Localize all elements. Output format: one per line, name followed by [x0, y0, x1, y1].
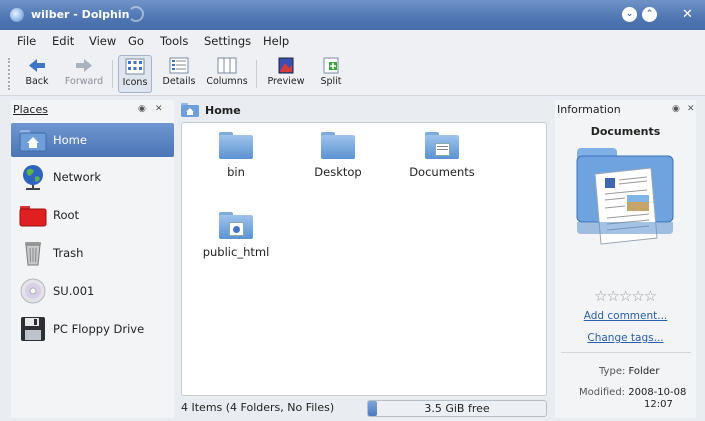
places-item-root[interactable]: Root [11, 198, 174, 232]
status-bar: 4 Items (4 Folders, No Files) 3.5 GiB fr… [181, 398, 547, 418]
file-view[interactable]: bin Desktop Documents public_html [181, 122, 547, 396]
menu-bar: File Edit View Go Tools Settings Help [0, 30, 705, 52]
places-item-home[interactable]: Home [11, 123, 174, 157]
places-item-su001[interactable]: SU.001 [11, 274, 174, 308]
preview-icon [276, 57, 296, 74]
status-summary: 4 Items (4 Folders, No Files) [181, 401, 335, 414]
dolphin-app-icon[interactable] [10, 8, 24, 22]
title-bar[interactable]: wilber - Dolphin ⌄ ⌃ ✕ [0, 0, 705, 30]
details-label: Details [162, 76, 196, 87]
split-label: Split [320, 76, 342, 87]
trash-icon [19, 239, 47, 267]
forward-arrow-icon [74, 57, 94, 74]
web-folder-icon[interactable] [219, 212, 253, 240]
icons-view-icon [125, 58, 145, 75]
places-item-trash[interactable]: Trash [11, 236, 174, 270]
toolbar: Back Forward Icons Details Columns Previ… [0, 52, 705, 96]
menu-go[interactable]: Go [128, 34, 144, 48]
modified-date: 2008-10-08 [628, 387, 687, 398]
info-item-name: Documents [590, 125, 661, 138]
split-button[interactable]: Split [314, 55, 348, 93]
documents-folder-preview-icon [575, 138, 675, 250]
places-item-label: Trash [53, 246, 84, 260]
float-panel-icon[interactable]: ◉ [138, 104, 146, 114]
split-view-icon [321, 57, 341, 74]
information-panel: Information ◉ ✕ Documents ☆☆☆☆☆ Add comm… [555, 100, 696, 418]
root-folder-icon [19, 201, 47, 229]
back-button[interactable]: Back [20, 55, 54, 93]
places-item-label: Network [53, 170, 102, 184]
menu-help[interactable]: Help [263, 34, 289, 48]
modified-time-row: 12:07 [644, 399, 673, 410]
rating-stars[interactable]: ☆☆☆☆☆ [594, 287, 657, 305]
folder-icon[interactable] [321, 132, 355, 160]
file-item-label[interactable]: Desktop [293, 165, 383, 179]
file-item-label[interactable]: public_html [191, 245, 281, 259]
preview-button[interactable]: Preview [264, 55, 308, 93]
columns-view-button[interactable]: Columns [204, 55, 250, 93]
toolbar-separator [112, 60, 113, 88]
swirl-decoration-icon [128, 6, 144, 22]
places-item-floppy[interactable]: PC Floppy Drive [11, 312, 174, 346]
preview-label: Preview [267, 76, 305, 87]
menu-tools[interactable]: Tools [160, 34, 188, 48]
divider [561, 352, 691, 353]
free-space-bar: 3.5 GiB free [367, 400, 547, 417]
places-panel: Places ◉ ✕ Home Network Root Trash SU.00… [11, 100, 174, 418]
menu-edit[interactable]: Edit [52, 34, 74, 48]
maximize-button[interactable]: ⌃ [642, 7, 657, 22]
modified-time: 12:07 [644, 399, 673, 410]
type-value: Folder [628, 366, 660, 377]
columns-view-icon [217, 57, 237, 74]
close-button[interactable]: ✕ [680, 7, 695, 22]
close-panel-icon[interactable]: ✕ [687, 104, 695, 114]
icons-label: Icons [122, 77, 148, 88]
close-panel-icon[interactable]: ✕ [155, 104, 163, 114]
breadcrumb-home[interactable]: Home [205, 104, 241, 117]
places-header: Places ◉ ✕ [11, 100, 174, 122]
menu-file[interactable]: File [17, 34, 36, 48]
menu-settings[interactable]: Settings [204, 34, 251, 48]
breadcrumb[interactable]: Home [181, 100, 547, 122]
change-tags-link[interactable]: Change tags... [555, 332, 696, 344]
toolbar-separator [256, 60, 257, 88]
file-item-label[interactable]: Documents [397, 165, 487, 179]
file-item-label[interactable]: bin [191, 165, 281, 179]
places-item-label: Root [53, 208, 80, 222]
modified-label: Modified: [579, 387, 626, 398]
details-view-icon [169, 57, 189, 74]
icons-view-button[interactable]: Icons [118, 55, 152, 93]
minimize-button[interactable]: ⌄ [622, 7, 637, 22]
floppy-icon [19, 315, 47, 343]
forward-button[interactable]: Forward [62, 55, 106, 93]
information-title: Information [557, 103, 621, 116]
toolbar-grip[interactable] [8, 58, 11, 90]
add-comment-link[interactable]: Add comment... [555, 310, 696, 322]
modified-row: Modified: 2008-10-08 [579, 387, 686, 398]
back-arrow-icon [27, 57, 47, 74]
forward-label: Forward [64, 76, 104, 87]
float-panel-icon[interactable]: ◉ [672, 104, 680, 114]
home-folder-icon [19, 126, 47, 154]
places-title: Places [13, 103, 48, 116]
places-item-label: SU.001 [53, 284, 95, 298]
type-label: Type: [599, 366, 626, 377]
menu-view[interactable]: View [89, 34, 116, 48]
columns-label: Columns [206, 76, 248, 87]
home-folder-icon [181, 102, 199, 118]
free-space-label: 3.5 GiB free [424, 402, 490, 415]
documents-folder-icon[interactable] [425, 132, 459, 160]
details-view-button[interactable]: Details [160, 55, 198, 93]
window-title: wilber - Dolphin [31, 8, 130, 21]
type-row: Type: Folder [599, 366, 659, 377]
places-item-label: PC Floppy Drive [53, 322, 145, 336]
folder-icon[interactable] [219, 132, 253, 160]
information-header: Information ◉ ✕ [555, 100, 696, 122]
cdrom-icon [19, 277, 47, 305]
back-label: Back [25, 76, 49, 87]
places-item-network[interactable]: Network [11, 160, 174, 194]
network-globe-icon [19, 163, 47, 191]
places-item-label: Home [53, 133, 87, 147]
